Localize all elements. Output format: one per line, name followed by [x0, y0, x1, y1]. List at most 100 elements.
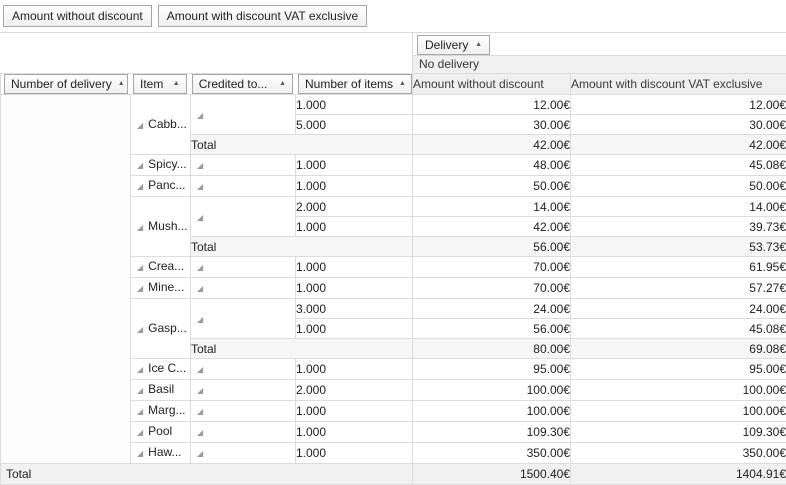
value-cell[interactable]: 14.00€	[413, 197, 571, 217]
column-header-amount-without-discount[interactable]: Amount without discount	[413, 74, 571, 95]
collapse-icon[interactable]: ◢	[137, 402, 143, 421]
row-header-item[interactable]: ◢Pool	[131, 422, 191, 443]
row-header-credited-to[interactable]: ◢	[191, 443, 296, 464]
collapse-icon[interactable]: ◢	[137, 156, 143, 175]
value-cell[interactable]: 100.00€	[571, 401, 786, 422]
value-cell[interactable]: 109.30€	[571, 422, 786, 443]
row-header-number-of-items[interactable]: 1.000	[296, 155, 413, 176]
value-cell[interactable]: 57.27€	[571, 278, 786, 299]
row-header-item[interactable]: ◢Gasp...	[131, 299, 191, 359]
row-header-number-of-items[interactable]: 1.000	[296, 217, 413, 237]
row-header-item[interactable]: ◢Basil	[131, 380, 191, 401]
collapse-icon[interactable]: ◢	[137, 177, 143, 196]
row-header-credited-to[interactable]: ◢	[191, 422, 296, 443]
collapse-icon[interactable]: ◢	[197, 258, 203, 277]
value-cell[interactable]: 39.73€	[571, 217, 786, 237]
value-cell[interactable]: 70.00€	[413, 257, 571, 278]
value-cell[interactable]: 1404.91€	[571, 464, 786, 485]
value-cell[interactable]: 30.00€	[413, 115, 571, 135]
value-cell[interactable]: 95.00€	[413, 359, 571, 380]
collapse-icon[interactable]: ◢	[137, 444, 143, 463]
collapse-icon[interactable]: ◢	[137, 423, 143, 442]
row-header-item[interactable]: ◢Crea...	[131, 257, 191, 278]
value-cell[interactable]: 24.00€	[413, 299, 571, 319]
value-cell[interactable]: 50.00€	[413, 176, 571, 197]
row-header-item[interactable]: ◢Mine...	[131, 278, 191, 299]
row-header-number-of-items[interactable]: 1.000	[296, 257, 413, 278]
row-header-number-of-items[interactable]: 1.000	[296, 176, 413, 197]
collapse-icon[interactable]: ◢	[137, 116, 143, 135]
row-header-number-of-items[interactable]: 2.000	[296, 380, 413, 401]
value-cell[interactable]: 1500.40€	[413, 464, 571, 485]
collapse-icon[interactable]: ◢	[197, 208, 203, 227]
collapse-icon[interactable]: ◢	[197, 381, 203, 400]
value-cell[interactable]: 69.08€	[571, 339, 786, 359]
row-field-button-credited-to[interactable]: Credited to... ▲	[192, 74, 293, 94]
column-group-header-no-delivery[interactable]: No delivery	[412, 55, 786, 73]
column-header-amount-with-discount-vat-exclusive[interactable]: Amount with discount VAT exclusive	[571, 74, 786, 95]
value-cell[interactable]: 12.00€	[413, 95, 571, 115]
value-cell[interactable]: 42.00€	[413, 135, 571, 155]
row-header-credited-to[interactable]: ◢	[191, 155, 296, 176]
row-header-credited-to[interactable]: ◢	[191, 359, 296, 380]
row-header-number-of-items[interactable]: 1.000	[296, 278, 413, 299]
row-header-credited-to[interactable]: ◢	[191, 176, 296, 197]
row-field-button-number-of-delivery[interactable]: Number of delivery ▲	[4, 74, 128, 94]
value-cell[interactable]: 12.00€	[571, 95, 786, 115]
column-field-button-delivery[interactable]: Delivery ▲	[417, 35, 490, 55]
collapse-icon[interactable]: ◢	[137, 258, 143, 277]
collapse-icon[interactable]: ◢	[137, 320, 143, 339]
value-cell[interactable]: 24.00€	[571, 299, 786, 319]
collapse-icon[interactable]: ◢	[197, 310, 203, 329]
row-header-credited-to[interactable]: ◢	[191, 95, 296, 135]
row-header-credited-to[interactable]: ◢	[191, 257, 296, 278]
value-cell[interactable]: 350.00€	[571, 443, 786, 464]
row-header-item[interactable]: ◢Haw...	[131, 443, 191, 464]
row-header-credited-to[interactable]: ◢	[191, 197, 296, 237]
row-field-button-item[interactable]: Item ▲	[133, 74, 187, 94]
value-cell[interactable]: 350.00€	[413, 443, 571, 464]
row-header-item[interactable]: ◢Spicy...	[131, 155, 191, 176]
value-cell[interactable]: 30.00€	[571, 115, 786, 135]
value-cell[interactable]: 109.30€	[413, 422, 571, 443]
collapse-icon[interactable]: ◢	[197, 279, 203, 298]
data-field-button-amount-with-discount-vat-exclusive[interactable]: Amount with discount VAT exclusive	[158, 5, 367, 27]
value-cell[interactable]: 100.00€	[413, 380, 571, 401]
value-cell[interactable]: 53.73€	[571, 237, 786, 257]
row-header-credited-to[interactable]: ◢	[191, 278, 296, 299]
collapse-icon[interactable]: ◢	[197, 156, 203, 175]
row-header-item[interactable]: ◢Mush...	[131, 197, 191, 257]
row-header-item[interactable]: ◢Panc...	[131, 176, 191, 197]
collapse-icon[interactable]: ◢	[137, 360, 143, 379]
value-cell[interactable]: 56.00€	[413, 237, 571, 257]
value-cell[interactable]: 100.00€	[571, 380, 786, 401]
row-header-credited-to[interactable]: ◢	[191, 401, 296, 422]
value-cell[interactable]: 61.95€	[571, 257, 786, 278]
row-header-credited-to[interactable]: ◢	[191, 299, 296, 339]
value-cell[interactable]: 45.08€	[571, 319, 786, 339]
collapse-icon[interactable]: ◢	[137, 218, 143, 237]
row-header-number-of-items[interactable]: 2.000	[296, 197, 413, 217]
row-header-number-of-items[interactable]: 1.000	[296, 443, 413, 464]
value-cell[interactable]: 14.00€	[571, 197, 786, 217]
value-cell[interactable]: 42.00€	[413, 217, 571, 237]
collapse-icon[interactable]: ◢	[197, 177, 203, 196]
value-cell[interactable]: 48.00€	[413, 155, 571, 176]
collapse-icon[interactable]: ◢	[197, 402, 203, 421]
collapse-icon[interactable]: ◢	[137, 279, 143, 298]
row-header-number-of-items[interactable]: 1.000	[296, 319, 413, 339]
row-header-item[interactable]: ◢Cabb...	[131, 95, 191, 155]
collapse-icon[interactable]: ◢	[197, 360, 203, 379]
row-header-credited-to[interactable]: ◢	[191, 380, 296, 401]
row-header-number-of-items[interactable]: 1.000	[296, 95, 413, 115]
value-cell[interactable]: 50.00€	[571, 176, 786, 197]
row-header-number-of-items[interactable]: 1.000	[296, 359, 413, 380]
value-cell[interactable]: 100.00€	[413, 401, 571, 422]
value-cell[interactable]: 45.08€	[571, 155, 786, 176]
data-field-button-amount-without-discount[interactable]: Amount without discount	[3, 5, 152, 27]
row-header-item[interactable]: ◢Marg...	[131, 401, 191, 422]
value-cell[interactable]: 95.00€	[571, 359, 786, 380]
value-cell[interactable]: 80.00€	[413, 339, 571, 359]
collapse-icon[interactable]: ◢	[137, 381, 143, 400]
collapse-icon[interactable]: ◢	[197, 423, 203, 442]
